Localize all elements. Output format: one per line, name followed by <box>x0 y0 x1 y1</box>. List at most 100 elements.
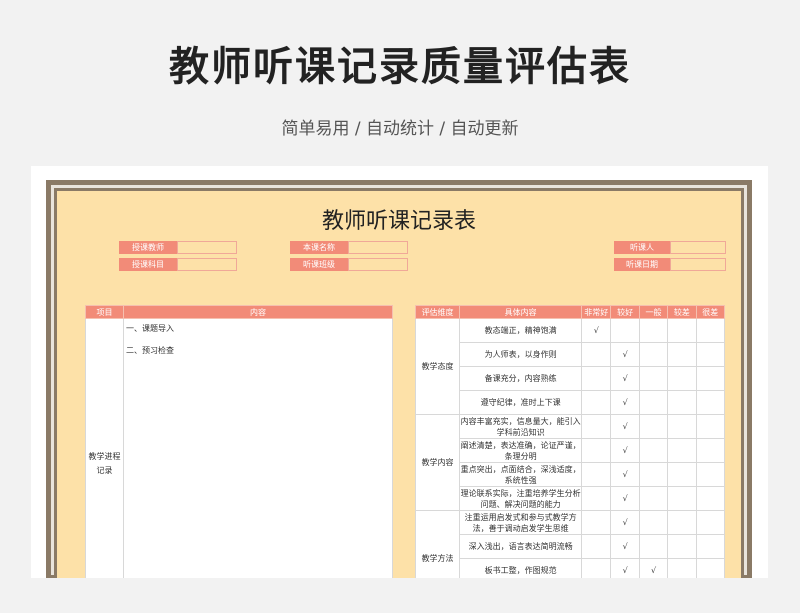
rating-cell[interactable] <box>695 342 726 367</box>
rating-cell[interactable] <box>581 462 612 487</box>
rating-cell[interactable] <box>581 366 612 391</box>
rating-cell[interactable] <box>667 486 697 511</box>
rating-cell[interactable] <box>638 318 669 343</box>
rating-cell[interactable] <box>667 390 697 415</box>
rating-cell[interactable] <box>581 438 612 463</box>
table-row: 阐述清楚，表达准确，论证严谨，条理分明 √ <box>416 438 726 463</box>
rating-cell[interactable] <box>638 366 669 391</box>
rating-cell[interactable] <box>695 366 726 391</box>
eval-col-header: 具体内容 <box>459 305 583 319</box>
rating-cell[interactable] <box>667 462 697 487</box>
table-row: 板书工整，作图规范 √ √ <box>416 558 726 578</box>
field-input-observer[interactable] <box>670 241 726 254</box>
field-input-lesson[interactable] <box>348 241 408 254</box>
spreadsheet-preview: 教师听课记录表 授课教师 授课科目 本课名称 听课班级 听课人 听课日期 项目 … <box>31 166 768 578</box>
check-mark-icon: √ <box>622 374 628 383</box>
page-subtitle: 简单易用 / 自动统计 / 自动更新 <box>281 119 519 139</box>
eval-col-header: 较差 <box>667 305 697 319</box>
rating-cell[interactable] <box>695 534 726 559</box>
category-cell: 教学态度 <box>414 318 461 415</box>
rating-cell[interactable] <box>581 342 612 367</box>
item-cell: 内容丰富充实，信息量大，能引入学科前沿知识 <box>459 414 583 439</box>
item-cell: 重点突出，点面结合，深浅适度，系统性强 <box>459 462 583 487</box>
category-cell: 教学内容 <box>414 414 461 511</box>
item-cell: 教态端正，精神饱满 <box>459 318 583 343</box>
rating-cell[interactable]: √ <box>610 558 640 578</box>
check-mark-icon: √ <box>622 566 628 575</box>
rating-cell[interactable] <box>667 534 697 559</box>
check-mark-icon: √ <box>622 422 628 431</box>
rating-cell[interactable] <box>667 510 697 535</box>
table-row: 教学内容 内容丰富充实，信息量大，能引入学科前沿知识 √ <box>414 414 726 511</box>
check-mark-icon: √ <box>622 494 628 503</box>
project-cell: 教学进程记录 <box>85 318 124 578</box>
field-input-class[interactable] <box>348 258 408 271</box>
rating-cell[interactable] <box>638 510 669 535</box>
field-input-teacher[interactable] <box>177 241 237 254</box>
rating-cell[interactable] <box>695 390 726 415</box>
rating-cell[interactable] <box>581 390 612 415</box>
rating-cell[interactable]: √ <box>610 414 640 439</box>
rating-cell[interactable]: √ <box>610 534 640 559</box>
rating-cell[interactable] <box>638 342 669 367</box>
field-input-date[interactable] <box>670 258 726 271</box>
rating-cell[interactable] <box>667 414 697 439</box>
content-cell[interactable]: 一、课题导入 二、预习检查 <box>123 318 393 578</box>
rating-cell[interactable] <box>695 318 726 343</box>
check-mark-icon: √ <box>622 470 628 479</box>
evaluation-table: 评估维度 具体内容 非常好 较好 一般 较差 很差 教学态度 教态端正，精神饱满 √ 为人师表，以… <box>414 305 726 578</box>
check-mark-icon: √ <box>593 326 599 335</box>
rating-cell[interactable]: √ <box>610 438 640 463</box>
rating-cell[interactable] <box>667 366 697 391</box>
eval-col-header: 评估维度 <box>414 305 461 319</box>
rating-cell[interactable] <box>581 558 612 578</box>
rating-cell[interactable] <box>638 486 669 511</box>
rating-cell[interactable] <box>581 414 612 439</box>
sheet-paper: 教师听课记录表 授课教师 授课科目 本课名称 听课班级 听课人 听课日期 项目 … <box>57 191 741 578</box>
rating-cell[interactable]: √ <box>610 486 640 511</box>
check-mark-icon: √ <box>622 446 628 455</box>
item-cell: 备课充分，内容熟练 <box>459 366 583 391</box>
evaluation-body: 教学态度 教态端正，精神饱满 √ 为人师表，以身作则 √ 备课充分，内容熟练 √ 遵守纪律，准… <box>414 318 726 578</box>
rating-cell[interactable] <box>695 414 726 439</box>
rating-cell[interactable]: √ <box>610 390 640 415</box>
rating-cell[interactable] <box>695 510 726 535</box>
table-row: 备课充分，内容熟练 √ <box>416 366 726 391</box>
item-cell: 注重运用启发式和参与式教学方法，善于调动启发学生思维 <box>459 510 583 535</box>
rating-cell[interactable] <box>581 534 612 559</box>
field-label-lesson: 本课名称 <box>290 241 348 254</box>
table-row: 教学态度 教态端正，精神饱满 √ <box>414 318 726 415</box>
rating-cell[interactable] <box>638 390 669 415</box>
rating-cell[interactable]: √ <box>581 318 612 343</box>
eval-col-header: 较好 <box>610 305 640 319</box>
rating-cell[interactable] <box>695 558 726 578</box>
rating-cell[interactable] <box>667 438 697 463</box>
field-input-subject[interactable] <box>177 258 237 271</box>
rating-cell[interactable]: √ <box>610 462 640 487</box>
rating-cell[interactable] <box>695 438 726 463</box>
rating-cell[interactable] <box>667 318 697 343</box>
rating-cell[interactable]: √ <box>610 342 640 367</box>
rating-cell[interactable] <box>638 534 669 559</box>
rating-cell[interactable] <box>638 462 669 487</box>
rating-cell[interactable] <box>638 438 669 463</box>
check-mark-icon: √ <box>622 518 628 527</box>
item-cell: 阐述清楚，表达准确，论证严谨，条理分明 <box>459 438 583 463</box>
check-mark-icon: √ <box>622 398 628 407</box>
rating-cell[interactable] <box>610 318 640 343</box>
rating-cell[interactable] <box>667 558 697 578</box>
rating-cell[interactable]: √ <box>610 510 640 535</box>
field-label-class: 听课班级 <box>290 258 348 271</box>
table-row: 为人师表，以身作则 √ <box>416 342 726 367</box>
rating-cell[interactable]: √ <box>638 558 669 578</box>
rating-cell[interactable] <box>581 510 612 535</box>
rating-cell[interactable] <box>695 486 726 511</box>
field-label-date: 听课日期 <box>614 258 670 271</box>
rating-cell[interactable] <box>667 342 697 367</box>
table-row: 教学方法 注重运用启发式和参与式教学方法，善于调动启发学生思维 √ <box>414 510 726 578</box>
rating-cell[interactable] <box>695 462 726 487</box>
rating-cell[interactable] <box>638 414 669 439</box>
table-row: 理论联系实际，注重培养学生分析问题、解决问题的能力 √ <box>416 486 726 511</box>
rating-cell[interactable]: √ <box>610 366 640 391</box>
rating-cell[interactable] <box>581 486 612 511</box>
